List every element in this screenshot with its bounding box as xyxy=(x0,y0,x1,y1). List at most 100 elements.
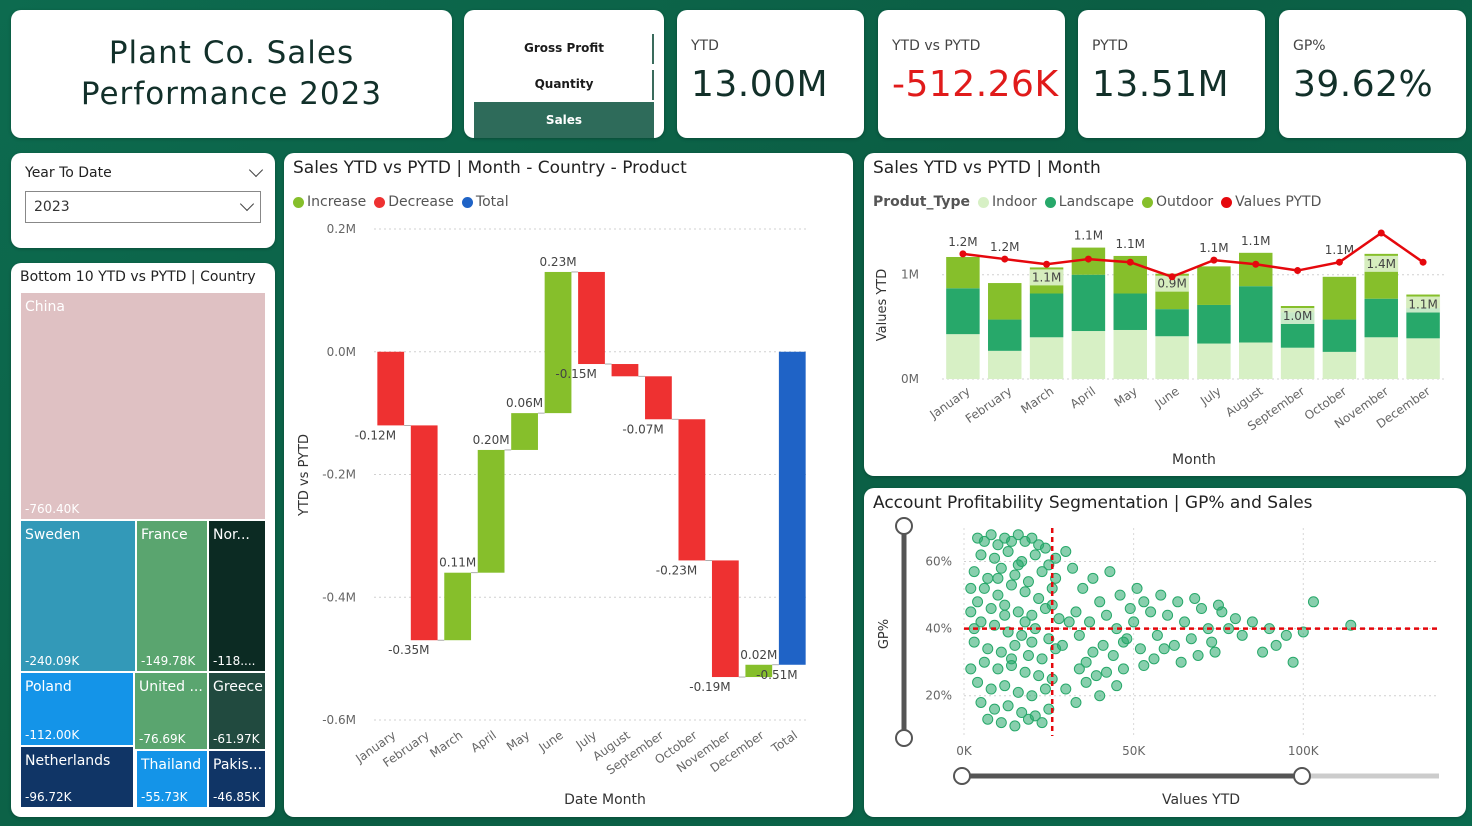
scatter-point[interactable] xyxy=(1138,596,1150,608)
stacked-segment-indoor[interactable] xyxy=(1113,329,1147,379)
stacked-segment-indoor[interactable] xyxy=(1280,347,1315,379)
treemap-cell[interactable]: China -760.40K xyxy=(21,293,265,519)
scatter-point[interactable] xyxy=(1026,690,1038,702)
scatter-point[interactable] xyxy=(1185,633,1197,645)
waterfall-bar[interactable] xyxy=(477,449,505,573)
scatter-point[interactable] xyxy=(1073,663,1085,675)
scatter-point[interactable] xyxy=(1067,562,1079,574)
pytd-point[interactable] xyxy=(1001,255,1009,263)
stacked-segment-landscape[interactable] xyxy=(946,288,980,335)
scatter-point[interactable] xyxy=(1155,589,1167,601)
scatter-point[interactable] xyxy=(989,703,1001,715)
scatter-point[interactable] xyxy=(965,663,977,675)
scatter-point[interactable] xyxy=(1216,606,1228,618)
waterfall-bar[interactable] xyxy=(711,560,739,678)
scatter-point[interactable] xyxy=(1053,613,1065,625)
pytd-point[interactable] xyxy=(1168,273,1176,281)
scatter-point[interactable] xyxy=(999,680,1011,692)
stacked-segment-landscape[interactable] xyxy=(1029,293,1064,338)
stacked-segment-landscape[interactable] xyxy=(1155,309,1189,337)
treemap-cell[interactable]: Poland -112.00K xyxy=(21,673,133,745)
pytd-point[interactable] xyxy=(1252,260,1260,268)
stacked-segment-landscape[interactable] xyxy=(1197,304,1231,344)
scatter-point[interactable] xyxy=(1060,545,1072,557)
treemap-cell[interactable]: Sweden -240.09K xyxy=(21,521,135,671)
scatter-point[interactable] xyxy=(1019,616,1031,628)
pytd-point[interactable] xyxy=(1043,260,1051,268)
scatter-point[interactable] xyxy=(1094,690,1106,702)
scatter-point[interactable] xyxy=(1087,646,1099,658)
pytd-point[interactable] xyxy=(959,250,967,258)
waterfall-bar[interactable] xyxy=(544,271,572,414)
x-zoom-handle-left[interactable] xyxy=(953,767,971,785)
pytd-point[interactable] xyxy=(1210,256,1218,264)
scatter-point[interactable] xyxy=(1192,649,1204,661)
scatter-point[interactable] xyxy=(1080,676,1092,688)
scatter-point[interactable] xyxy=(992,589,1004,601)
scatter-point[interactable] xyxy=(965,606,977,618)
scatter-point[interactable] xyxy=(1073,629,1085,641)
scatter-point[interactable] xyxy=(992,572,1004,584)
scatter-point[interactable] xyxy=(985,603,997,615)
scatter-point[interactable] xyxy=(1107,649,1119,661)
scatter-point[interactable] xyxy=(1022,576,1034,588)
scatter-point[interactable] xyxy=(1101,609,1112,621)
scatter-point[interactable] xyxy=(1039,542,1051,554)
stacked-segment-landscape[interactable] xyxy=(1071,274,1106,332)
scatter-point[interactable] xyxy=(995,562,1007,574)
scatter-point[interactable] xyxy=(965,582,977,594)
scatter-point[interactable] xyxy=(1012,686,1024,698)
stacked-segment-outdoor[interactable] xyxy=(1197,266,1231,305)
scatter-point[interactable] xyxy=(1012,559,1024,571)
metric-option-gross-profit[interactable]: Gross Profit xyxy=(474,30,654,66)
waterfall-bar[interactable] xyxy=(778,351,806,665)
waterfall-plot[interactable]: 0.2M 0.0M -0.2M -0.4M -0.6M YTD vs PYTD Date M… xyxy=(284,153,853,817)
scatter-point[interactable] xyxy=(1097,639,1109,651)
stacked-plot[interactable]: 1M0MValues YTDMonth1.2MJanuary1.2MFebrua… xyxy=(864,153,1466,476)
pytd-point[interactable] xyxy=(1377,229,1385,237)
scatter-point[interactable] xyxy=(1134,643,1146,655)
scatter-point[interactable] xyxy=(1036,653,1048,665)
scatter-point[interactable] xyxy=(1148,653,1160,665)
year-dropdown[interactable]: 2023 xyxy=(25,191,261,223)
stacked-segment-indoor[interactable] xyxy=(1029,337,1064,379)
scatter-point[interactable] xyxy=(1019,666,1031,678)
scatter-point[interactable] xyxy=(1307,596,1319,608)
stacked-segment-indoor[interactable] xyxy=(1322,351,1357,379)
scatter-point[interactable] xyxy=(1172,596,1184,608)
metric-option-sales[interactable]: Sales xyxy=(474,102,654,138)
scatter-point[interactable] xyxy=(1094,596,1106,608)
stacked-segment-landscape[interactable] xyxy=(1406,308,1440,339)
stacked-segment-indoor[interactable] xyxy=(988,350,1022,379)
scatter-point[interactable] xyxy=(1206,636,1218,648)
scatter-point[interactable] xyxy=(1257,646,1269,658)
scatter-point[interactable] xyxy=(1168,639,1180,651)
waterfall-bar[interactable] xyxy=(645,376,672,420)
scatter-point[interactable] xyxy=(1002,700,1014,712)
scatter-point[interactable] xyxy=(1287,656,1299,668)
scatter-point[interactable] xyxy=(1012,606,1024,618)
scatter-point[interactable] xyxy=(1114,589,1126,601)
scatter-point[interactable] xyxy=(989,552,1001,564)
stacked-segment-landscape[interactable] xyxy=(1239,286,1273,343)
metric-option-quantity[interactable]: Quantity xyxy=(474,66,654,102)
scatter-point[interactable] xyxy=(1138,660,1150,672)
slicer-header[interactable]: Year To Date xyxy=(25,162,264,181)
scatter-point[interactable] xyxy=(982,572,994,584)
waterfall-bar[interactable] xyxy=(578,271,605,365)
scatter-point[interactable] xyxy=(1009,639,1021,651)
scatter-point[interactable] xyxy=(1019,586,1031,598)
scatter-point[interactable] xyxy=(1022,713,1034,725)
y-zoom-handle-top[interactable] xyxy=(895,517,913,535)
pytd-point[interactable] xyxy=(1419,258,1427,266)
stacked-segment-indoor[interactable] xyxy=(1364,337,1398,379)
scatter-point[interactable] xyxy=(1029,549,1041,561)
scatter-point[interactable] xyxy=(995,646,1007,658)
stacked-segment-indoor[interactable] xyxy=(1197,343,1231,379)
treemap-cell[interactable]: Netherlands -96.72K xyxy=(21,747,133,807)
scatter-point[interactable] xyxy=(1246,616,1258,628)
scatter-point[interactable] xyxy=(972,676,984,688)
scatter-point[interactable] xyxy=(978,582,990,594)
scatter-point[interactable] xyxy=(1087,572,1099,584)
waterfall-bar[interactable] xyxy=(678,419,706,561)
